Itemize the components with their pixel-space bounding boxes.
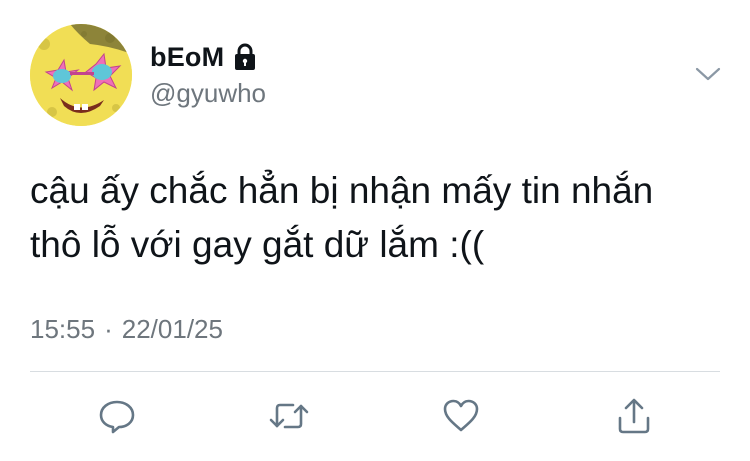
tweet-card: bEoM @gyuwho cậu ấy chắc hẳn bị nhận mấy… bbox=[0, 0, 750, 461]
reply-button[interactable] bbox=[93, 392, 141, 440]
tweet-menu-button[interactable] bbox=[692, 60, 724, 88]
timestamp-separator: · bbox=[104, 314, 113, 344]
tweet-date: 22/01/25 bbox=[121, 314, 223, 344]
display-name[interactable]: bEoM bbox=[150, 42, 224, 73]
author-handle[interactable]: @gyuwho bbox=[150, 78, 266, 109]
reply-icon bbox=[99, 400, 135, 434]
tweet-timestamp[interactable]: 15:55 · 22/01/25 bbox=[30, 314, 223, 345]
divider bbox=[30, 371, 720, 372]
chevron-down-icon bbox=[695, 67, 721, 81]
avatar[interactable] bbox=[30, 24, 132, 126]
share-icon bbox=[618, 398, 650, 434]
share-button[interactable] bbox=[610, 392, 658, 440]
heart-icon bbox=[443, 399, 479, 432]
retweet-button[interactable] bbox=[265, 392, 313, 440]
tweet-action-bar bbox=[0, 392, 750, 440]
retweet-icon bbox=[269, 403, 309, 429]
lock-icon bbox=[233, 43, 257, 71]
author-name-row: bEoM bbox=[150, 40, 257, 74]
like-button[interactable] bbox=[437, 392, 485, 440]
tweet-time: 15:55 bbox=[30, 314, 96, 344]
tweet-text: cậu ấy chắc hẳn bị nhận mấy tin nhắn thô… bbox=[30, 170, 654, 265]
spongebob-avatar-image bbox=[30, 24, 132, 126]
